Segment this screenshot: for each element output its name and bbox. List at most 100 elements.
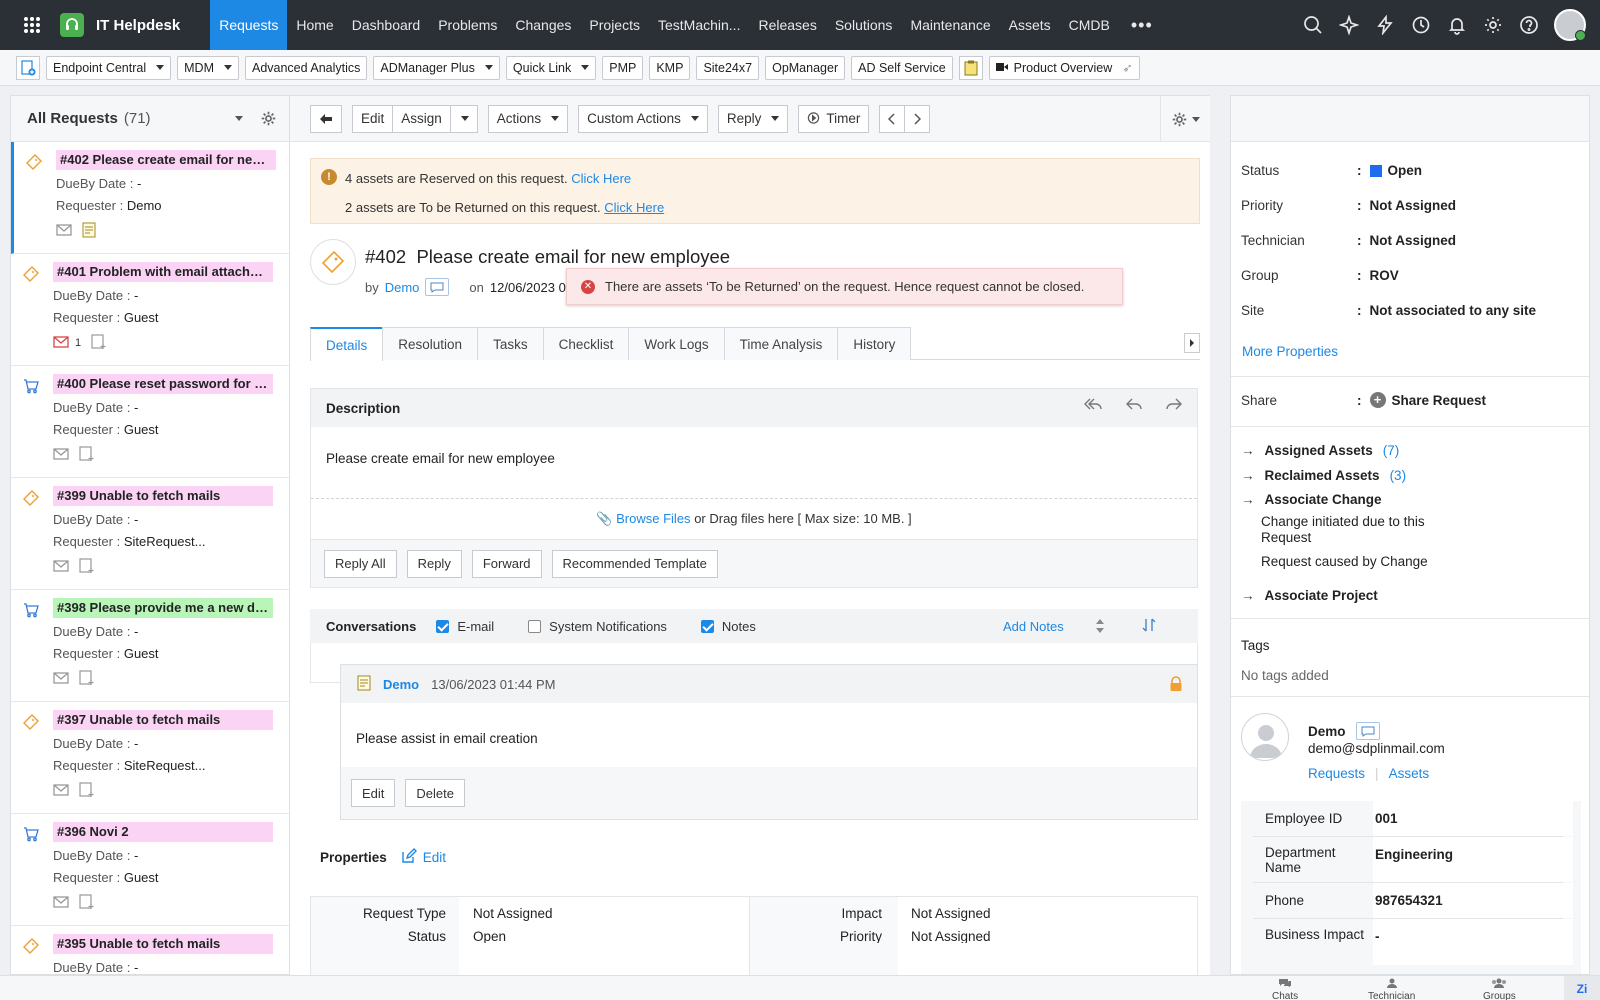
nav-home[interactable]: Home — [287, 0, 342, 50]
share-request-button[interactable]: : + Share Request — [1357, 392, 1486, 408]
add-note-icon[interactable] — [79, 557, 95, 577]
edit-button[interactable]: Edit — [352, 104, 394, 133]
tab-work-logs[interactable]: Work Logs — [628, 327, 725, 360]
mail-icon[interactable] — [53, 335, 69, 351]
nav-dashboard[interactable]: Dashboard — [343, 0, 430, 50]
request-list-item[interactable]: #396 Novi 2 DueBy Date : - Requester : Gue… — [11, 814, 289, 926]
nav-requests[interactable]: Requests — [210, 0, 288, 50]
browse-files-link[interactable]: Browse Files — [616, 511, 690, 526]
request-author-link[interactable]: Demo — [385, 280, 420, 295]
request-list-item[interactable]: #400 Please reset password for my... DueB… — [11, 366, 289, 478]
note-delete-button[interactable]: Delete — [405, 779, 465, 807]
nav-maintenance[interactable]: Maintenance — [901, 0, 999, 50]
add-note-icon[interactable] — [79, 669, 95, 689]
nav-more-icon[interactable]: ••• — [1119, 0, 1165, 50]
site-value[interactable]: : Not associated to any site — [1357, 303, 1536, 318]
request-list-item[interactable]: #398 Please provide me a new des... DueBy… — [11, 590, 289, 702]
request-list-header[interactable]: All Requests (71) — [11, 96, 289, 142]
reclaimed-assets-link[interactable]: → Reclaimed Assets (3) — [1241, 468, 1406, 483]
requester-assets-link[interactable]: Assets — [1389, 766, 1430, 781]
system-notifications-checkbox[interactable]: System Notifications — [528, 619, 667, 634]
request-item-title[interactable]: #397 Unable to fetch mails — [53, 710, 273, 730]
recommended-template-button[interactable]: Recommended Template — [551, 549, 718, 578]
note-icon[interactable] — [82, 222, 96, 241]
tab-tasks[interactable]: Tasks — [477, 327, 544, 360]
search-icon[interactable] — [1302, 14, 1324, 36]
returned-click-here-link[interactable]: Click Here — [604, 200, 664, 215]
gear-icon[interactable] — [1482, 14, 1504, 36]
zia-logo-icon[interactable]: Zi — [1564, 976, 1600, 1000]
associate-project-link[interactable]: → Associate Project — [1241, 588, 1378, 603]
tab-resolution[interactable]: Resolution — [382, 327, 479, 360]
request-list-item[interactable]: #395 Unable to fetch mails DueBy Date : -… — [11, 926, 289, 974]
add-note-icon[interactable] — [91, 333, 107, 353]
nav-assets[interactable]: Assets — [1000, 0, 1060, 50]
nav-cmdb[interactable]: CMDB — [1060, 0, 1119, 50]
quicklink-site24x7[interactable]: Site24x7 — [696, 55, 760, 80]
nav-solutions[interactable]: Solutions — [826, 0, 902, 50]
tab-history[interactable]: History — [837, 327, 912, 360]
actions-button[interactable]: Actions — [487, 104, 569, 133]
tab-time-analysis[interactable]: Time Analysis — [723, 327, 839, 360]
help-icon[interactable] — [1518, 14, 1540, 36]
reply-all-button[interactable]: Reply All — [324, 549, 397, 578]
requester-requests-link[interactable]: Requests — [1308, 766, 1365, 781]
mail-icon[interactable] — [53, 671, 69, 687]
expand-collapse-icon[interactable] — [1095, 618, 1105, 637]
associate-change-link[interactable]: → Associate Change — [1241, 492, 1382, 507]
forward-button[interactable]: Forward — [471, 549, 542, 578]
sort-order-icon[interactable] — [1141, 617, 1157, 636]
quicklink-advanced-analytics[interactable]: Advanced Analytics — [244, 55, 368, 80]
forward-icon[interactable] — [1165, 397, 1183, 414]
quicklink-endpoint-central[interactable]: Endpoint Central — [46, 55, 172, 80]
group-value[interactable]: : ROV — [1357, 268, 1399, 283]
add-notes-link[interactable]: Add Notes — [1003, 619, 1064, 634]
request-caused-option[interactable]: Request caused by Change — [1261, 554, 1461, 570]
add-note-icon[interactable] — [79, 781, 95, 801]
mail-icon[interactable] — [56, 223, 72, 239]
technician-button[interactable]: Technician — [1368, 978, 1415, 1000]
assign-dropdown-button[interactable] — [450, 104, 478, 133]
quicklink-admanager-plus[interactable]: ADManager Plus — [373, 55, 500, 80]
mail-icon[interactable] — [53, 559, 69, 575]
nav-projects[interactable]: Projects — [580, 0, 649, 50]
request-list-item[interactable]: #401 Problem with email attachme... DueBy… — [11, 254, 289, 366]
add-note-icon[interactable] — [79, 893, 95, 913]
quicklink-opmanager[interactable]: OpManager — [765, 55, 846, 80]
clipboard-icon[interactable] — [958, 55, 983, 80]
properties-edit-link[interactable]: Edit — [401, 848, 446, 867]
request-item-title[interactable]: #395 Unable to fetch mails — [53, 934, 273, 954]
custom-actions-button[interactable]: Custom Actions — [578, 104, 708, 133]
chat-icon[interactable] — [1355, 722, 1380, 740]
change-initiated-option[interactable]: Change initiated due to this Request — [1261, 514, 1461, 546]
new-request-icon[interactable] — [16, 55, 40, 80]
reply-all-icon[interactable] — [1083, 397, 1103, 414]
quicklink-kmp[interactable]: KMP — [649, 55, 691, 80]
groups-button[interactable]: Groups — [1483, 978, 1516, 1000]
timer-button[interactable]: Timer — [798, 104, 870, 133]
quicklink-product-overview[interactable]: Product Overview ➶ — [988, 55, 1140, 80]
more-properties-link[interactable]: More Properties — [1242, 344, 1338, 359]
user-avatar[interactable] — [1554, 9, 1586, 41]
reply-icon[interactable] — [1125, 397, 1143, 414]
note-author[interactable]: Demo — [383, 677, 419, 692]
request-item-title[interactable]: #396 Novi 2 — [53, 822, 273, 842]
property-value[interactable]: Open — [473, 931, 506, 943]
chats-button[interactable]: Chats — [1272, 978, 1298, 1000]
technician-value[interactable]: : Not Assigned — [1357, 233, 1456, 248]
property-value[interactable]: Not Assigned — [911, 906, 991, 921]
notes-filter-checkbox[interactable]: Notes — [700, 619, 756, 634]
detail-settings-gear-icon[interactable] — [1160, 96, 1210, 142]
property-value[interactable]: Not Assigned — [473, 906, 553, 921]
mail-icon[interactable] — [53, 783, 69, 799]
quicklink-ad-self-service[interactable]: AD Self Service — [851, 55, 953, 80]
request-item-title[interactable]: #400 Please reset password for my... — [53, 374, 273, 394]
tab-details[interactable]: Details — [310, 327, 384, 361]
request-list-item[interactable]: #397 Unable to fetch mails DueBy Date : -… — [11, 702, 289, 814]
reserved-click-here-link[interactable]: Click Here — [571, 171, 631, 186]
reply-button-secondary[interactable]: Reply — [406, 549, 462, 578]
request-list-item[interactable]: #399 Unable to fetch mails DueBy Date : -… — [11, 478, 289, 590]
priority-value[interactable]: : Not Assigned — [1357, 198, 1456, 213]
nav-releases[interactable]: Releases — [749, 0, 825, 50]
reply-button[interactable]: Reply — [717, 104, 789, 133]
